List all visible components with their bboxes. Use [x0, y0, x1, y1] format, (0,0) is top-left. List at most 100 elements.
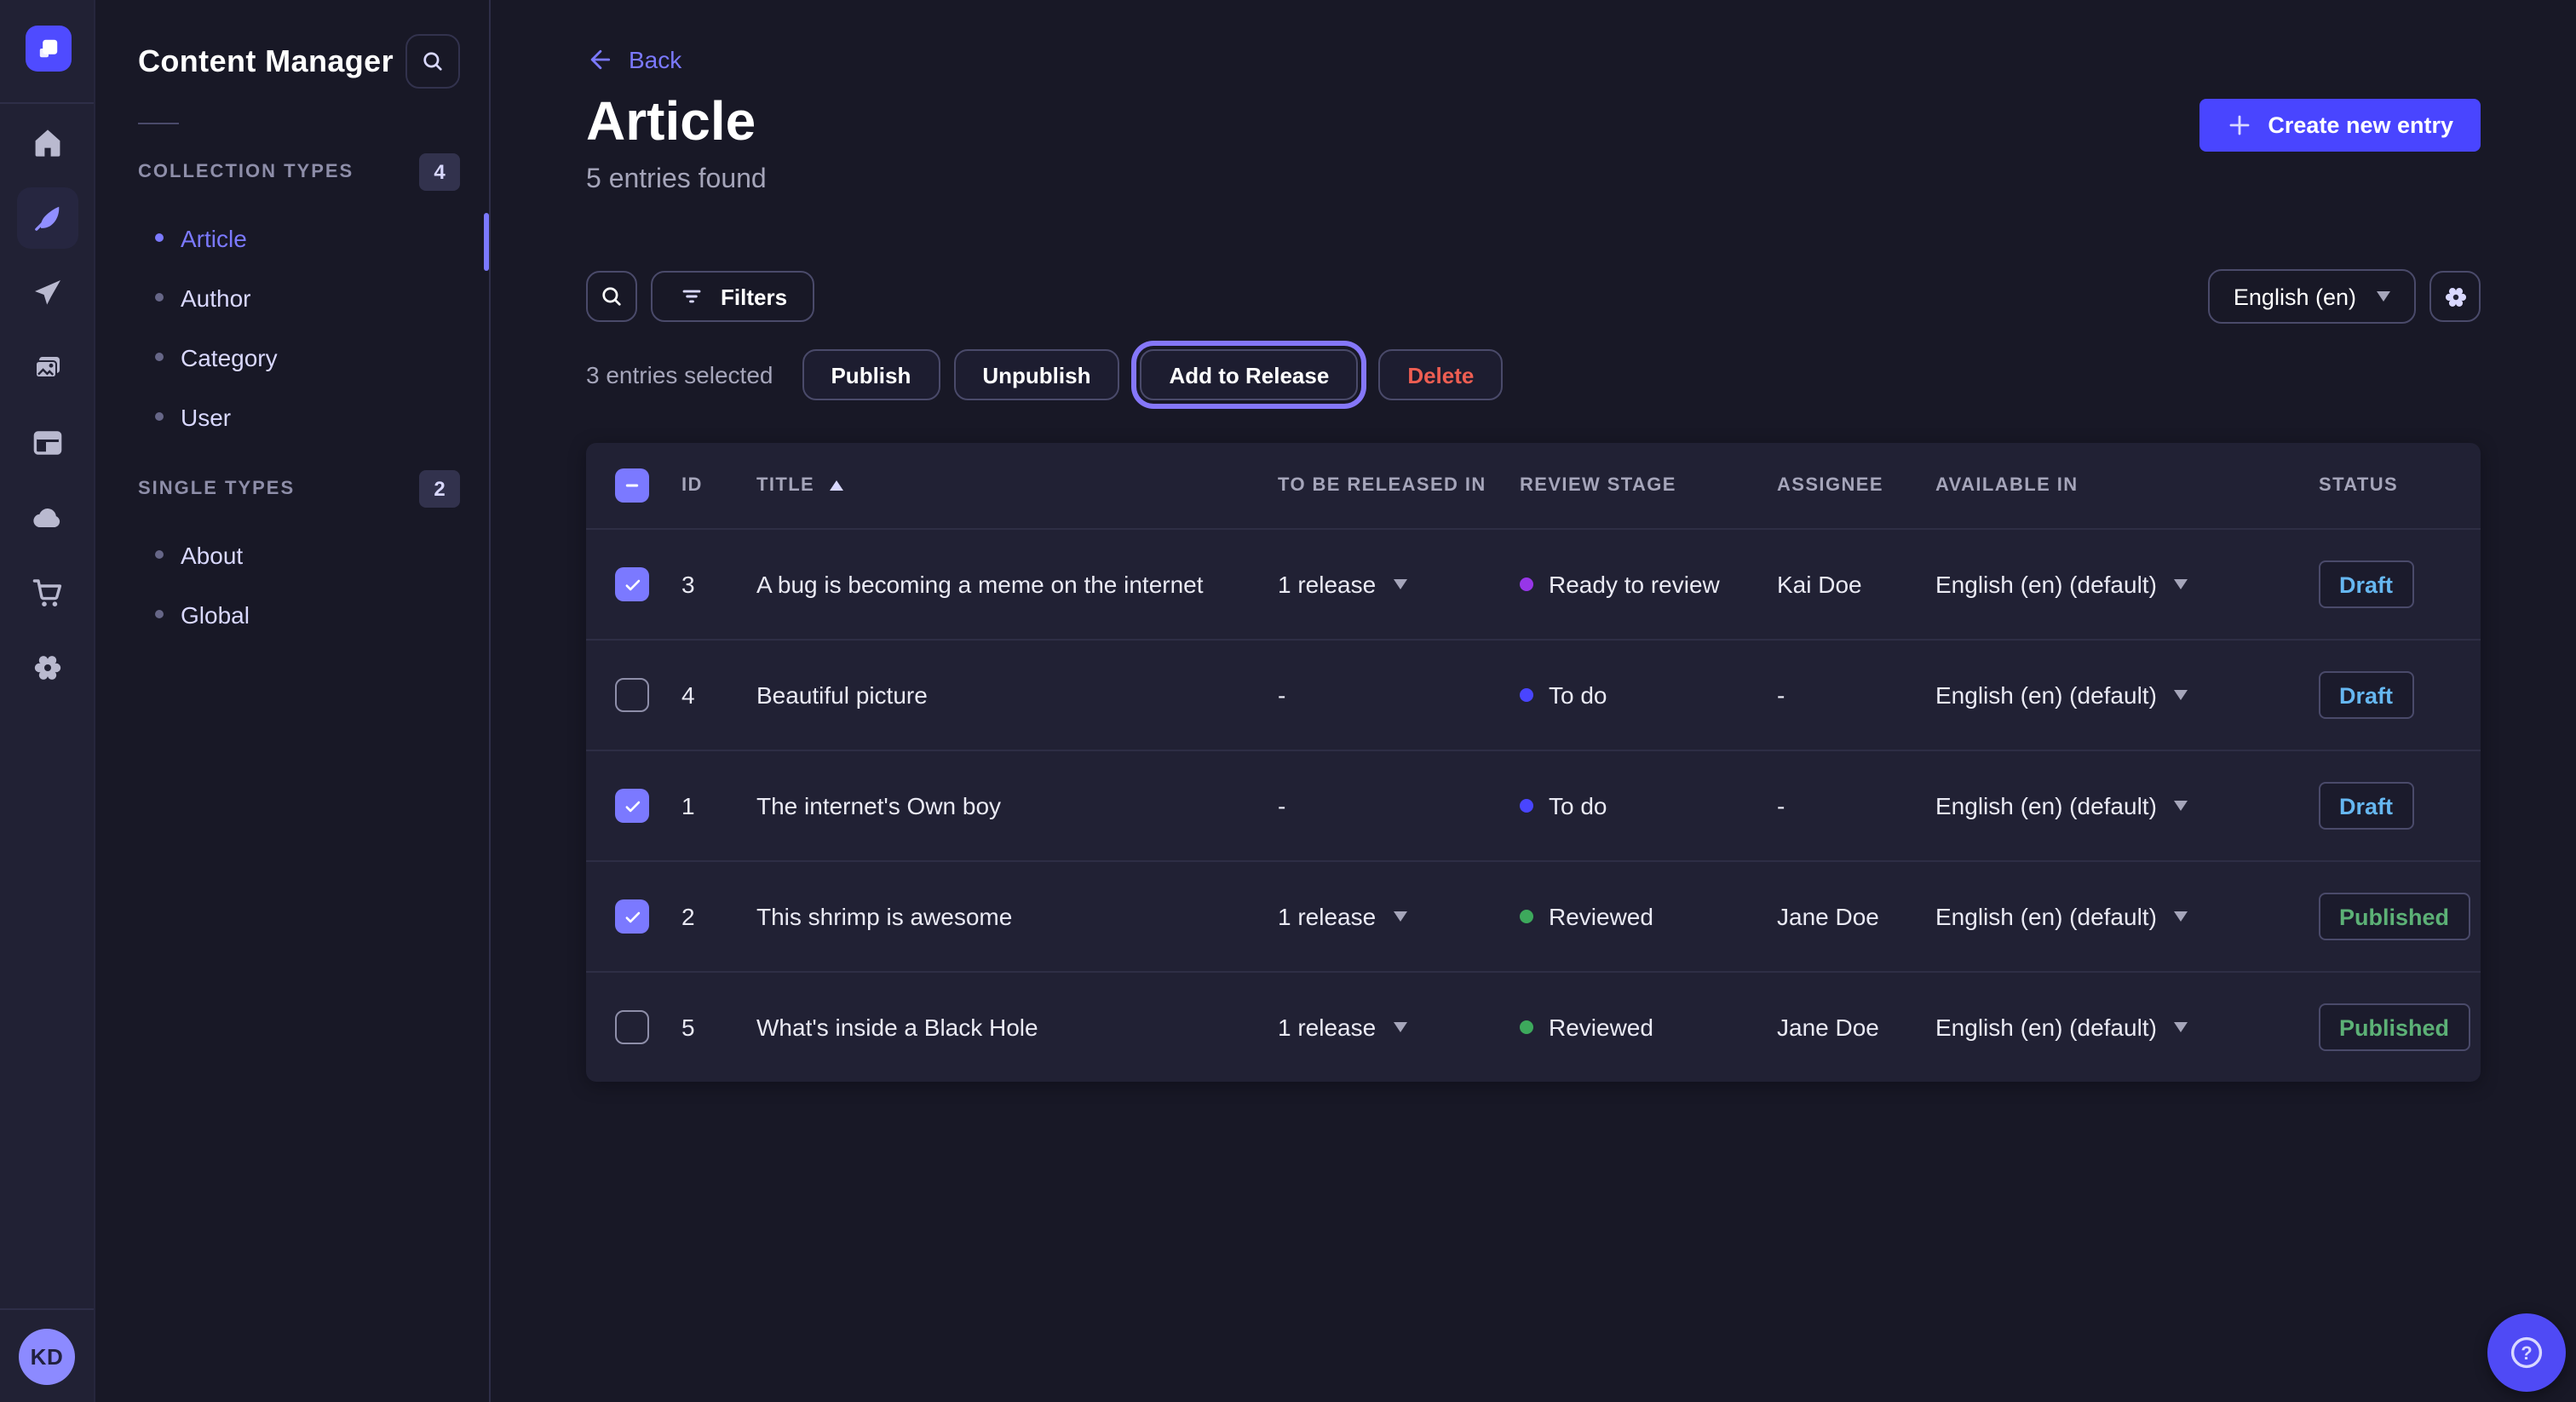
- sidebar-item-global[interactable]: Global: [95, 584, 489, 644]
- table-row[interactable]: 2 This shrimp is awesome 1 release Revie…: [586, 860, 2481, 971]
- media-library-icon[interactable]: [16, 337, 78, 399]
- bullet-icon: [155, 233, 164, 242]
- plus-icon: [2227, 112, 2252, 138]
- release-value: 1 release: [1278, 1014, 1376, 1041]
- add-to-release-button[interactable]: Add to Release: [1140, 349, 1358, 400]
- available-value: English (en) (default): [1935, 792, 2157, 819]
- svg-text:?: ?: [2521, 1342, 2532, 1364]
- selection-actions: 3 entries selected Publish Unpublish Add…: [586, 349, 1503, 400]
- table-row[interactable]: 1 The internet's Own boy - To do - Engli…: [586, 750, 2481, 860]
- cell-id: 5: [681, 1014, 756, 1041]
- back-label: Back: [629, 46, 681, 73]
- cell-id: 1: [681, 792, 756, 819]
- stage-label: To do: [1549, 792, 1607, 819]
- delete-button[interactable]: Delete: [1378, 349, 1503, 400]
- home-icon[interactable]: [16, 112, 78, 174]
- row-checkbox[interactable]: [615, 678, 649, 712]
- cell-assignee: Jane Doe: [1777, 903, 1935, 930]
- settings-gear-icon[interactable]: [16, 637, 78, 698]
- chevron-down-icon: [2174, 579, 2188, 589]
- cell-release: -: [1278, 681, 1520, 709]
- row-checkbox[interactable]: [615, 1010, 649, 1044]
- cell-assignee: Kai Doe: [1777, 571, 1935, 598]
- cell-assignee: -: [1777, 792, 1935, 819]
- locale-value: English (en): [2234, 284, 2356, 309]
- collection-types-list: Article Author Category User: [95, 208, 489, 446]
- single-types-list: About Global: [95, 525, 489, 644]
- help-button[interactable]: ?: [2487, 1313, 2566, 1392]
- stage-dot-icon: [1520, 577, 1533, 591]
- col-header-available[interactable]: AVAILABLE IN: [1935, 475, 2319, 496]
- table-row[interactable]: 5 What's inside a Black Hole 1 release R…: [586, 971, 2481, 1082]
- indeterminate-icon: [622, 475, 642, 496]
- cell-available-in[interactable]: English (en) (default): [1935, 903, 2319, 930]
- sidebar-item-user[interactable]: User: [95, 387, 489, 446]
- content-type-builder-icon[interactable]: [16, 412, 78, 474]
- cloud-icon[interactable]: [16, 487, 78, 549]
- sidebar-item-about[interactable]: About: [95, 525, 489, 584]
- release-value: 1 release: [1278, 571, 1376, 598]
- strapi-logo[interactable]: [26, 26, 72, 72]
- cell-status: Draft: [2319, 671, 2481, 719]
- col-header-release[interactable]: TO BE RELEASED IN: [1278, 475, 1520, 496]
- sidebar-item-author[interactable]: Author: [95, 267, 489, 327]
- view-settings-button[interactable]: [2429, 271, 2481, 322]
- cell-release[interactable]: 1 release: [1278, 1014, 1520, 1041]
- chevron-down-icon: [1393, 911, 1406, 922]
- search-icon: [419, 48, 446, 75]
- chevron-down-icon: [2174, 690, 2188, 700]
- locale-select[interactable]: English (en): [2208, 269, 2416, 324]
- available-value: English (en) (default): [1935, 1014, 2157, 1041]
- content-manager-icon[interactable]: [16, 187, 78, 249]
- table-row[interactable]: 3 A bug is becoming a meme on the intern…: [586, 528, 2481, 639]
- release-value: -: [1278, 792, 1285, 819]
- table-header-row: ID TITLE TO BE RELEASED IN REVIEW STAGE …: [586, 443, 2481, 528]
- sidebar-item-category[interactable]: Category: [95, 327, 489, 387]
- publish-button[interactable]: Publish: [802, 349, 940, 400]
- cell-available-in[interactable]: English (en) (default): [1935, 571, 2319, 598]
- stage-dot-icon: [1520, 688, 1533, 702]
- chevron-down-icon: [1393, 579, 1406, 589]
- col-header-status[interactable]: STATUS: [2319, 475, 2481, 496]
- strapi-logo-icon: [34, 34, 63, 63]
- collection-types-label: COLLECTION TYPES: [138, 162, 354, 182]
- col-header-title[interactable]: TITLE: [756, 475, 1278, 496]
- cell-available-in[interactable]: English (en) (default): [1935, 681, 2319, 709]
- sidebar-item-label: Author: [181, 284, 251, 311]
- row-checkbox[interactable]: [615, 899, 649, 934]
- cell-title: This shrimp is awesome: [756, 903, 1278, 930]
- cell-release[interactable]: 1 release: [1278, 571, 1520, 598]
- stage-dot-icon: [1520, 910, 1533, 923]
- table-search-button[interactable]: [586, 271, 637, 322]
- cell-available-in[interactable]: English (en) (default): [1935, 792, 2319, 819]
- col-header-assignee[interactable]: ASSIGNEE: [1777, 475, 1935, 496]
- unpublish-button[interactable]: Unpublish: [953, 349, 1119, 400]
- sort-ascending-icon: [830, 480, 843, 491]
- row-checkbox[interactable]: [615, 789, 649, 823]
- page-title: Article: [586, 90, 756, 153]
- cell-release[interactable]: 1 release: [1278, 903, 1520, 930]
- sidebar-item-label: User: [181, 403, 231, 430]
- cell-review-stage: To do: [1520, 681, 1777, 709]
- rail-icon-list: [0, 112, 94, 698]
- row-checkbox[interactable]: [615, 567, 649, 601]
- create-new-entry-button[interactable]: Create new entry: [2199, 99, 2481, 152]
- sidebar-search-button[interactable]: [405, 34, 460, 89]
- cell-assignee: Jane Doe: [1777, 1014, 1935, 1041]
- releases-icon[interactable]: [16, 262, 78, 324]
- col-header-id[interactable]: ID: [681, 475, 756, 496]
- marketplace-cart-icon[interactable]: [16, 562, 78, 623]
- user-avatar[interactable]: KD: [19, 1328, 75, 1384]
- cell-available-in[interactable]: English (en) (default): [1935, 1014, 2319, 1041]
- stage-label: Reviewed: [1549, 1014, 1653, 1041]
- table-row[interactable]: 4 Beautiful picture - To do - English (e…: [586, 639, 2481, 750]
- back-link[interactable]: Back: [586, 46, 681, 73]
- list-toolbar: Filters English (en): [586, 269, 2481, 324]
- select-all-checkbox[interactable]: [615, 468, 649, 503]
- sidebar-item-article[interactable]: Article: [95, 208, 489, 267]
- col-header-stage[interactable]: REVIEW STAGE: [1520, 475, 1777, 496]
- cell-assignee: -: [1777, 681, 1935, 709]
- strapi-admin: KD Content Manager COLLECTION TYPES 4 Ar…: [0, 0, 2576, 1402]
- cell-status: Published: [2319, 1003, 2481, 1051]
- filters-button[interactable]: Filters: [651, 271, 814, 322]
